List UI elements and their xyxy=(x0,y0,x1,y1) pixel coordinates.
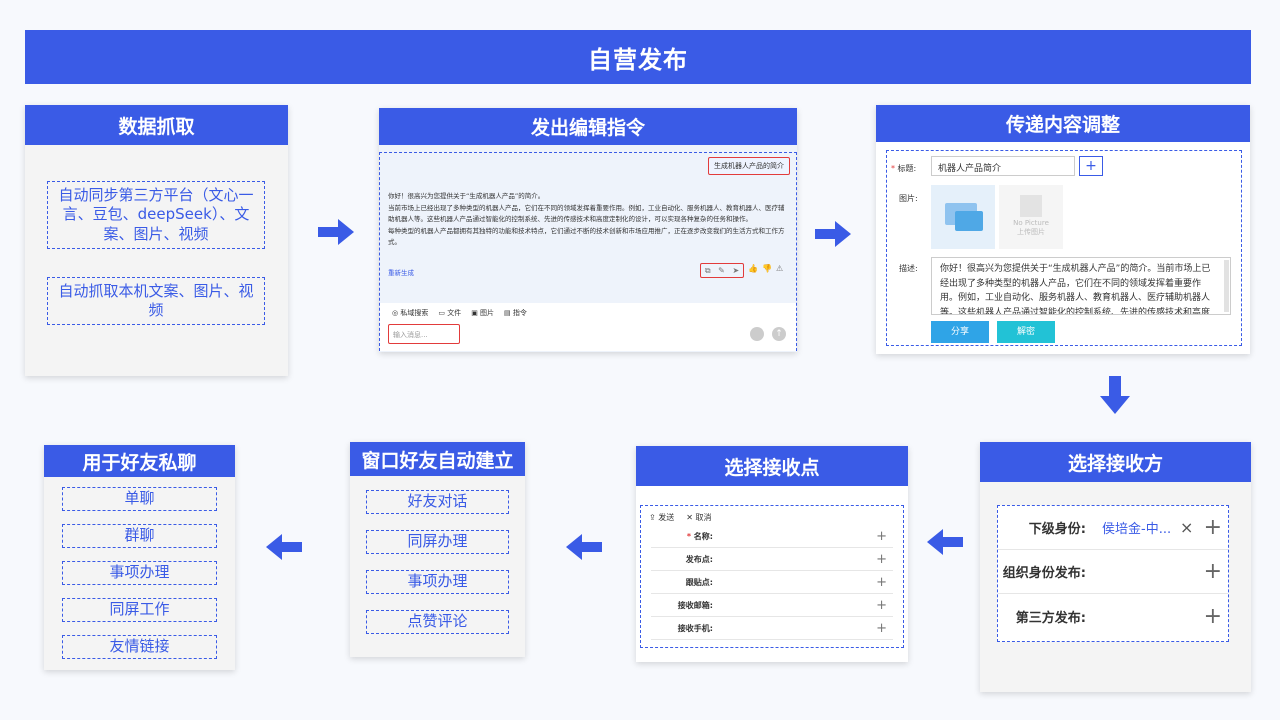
chat-item: 群聊 xyxy=(62,524,217,548)
selected-receiver-tag[interactable]: 侯培金-中... xyxy=(1102,518,1171,537)
card-title: 选择接收方 xyxy=(980,442,1251,482)
receiver-panel: 下级身份: 侯培金-中... × + 组织身份发布: + 第三方发布: + xyxy=(997,505,1229,642)
chat-item: 事项办理 xyxy=(62,561,217,585)
add-icon[interactable]: + xyxy=(1204,559,1222,584)
chat-toolbar: ◎ 私域搜索 ▭ 文件 ▣ 图片 ▤ 指令 输入消息... ↑ xyxy=(380,303,796,351)
add-icon[interactable]: + xyxy=(1204,515,1222,540)
card-data-capture: 数据抓取 自动同步第三方平台（文心一言、豆包、deepSeek）、文案、图片、视… xyxy=(25,105,288,376)
cancel-button[interactable]: ✕ 取消 xyxy=(686,512,711,523)
left-arrow-icon xyxy=(566,534,602,560)
share-button[interactable]: 分享 xyxy=(931,321,989,343)
card-select-node: 选择接收点 ⇪ 发送 ✕ 取消 * 名称: + 发布点: + 跟贴点: + 接收邮箱:… xyxy=(636,446,908,662)
content-form: * 标题: 机器人产品简介 + 图片: No Picture 上传图片 描述: … xyxy=(886,150,1242,346)
thumbs-down-icon[interactable]: 👎 xyxy=(762,264,776,273)
reply-line: 当前市场上已经出现了多种类型的机器人产品，它们在不同的领域发挥着重要作用。例如，… xyxy=(388,203,785,224)
copy-icon[interactable]: ⧉ xyxy=(705,266,711,276)
submit-icon[interactable]: ↑ xyxy=(772,327,786,341)
image-button[interactable]: ▣ 图片 xyxy=(471,308,494,318)
add-icon[interactable]: + xyxy=(876,575,887,590)
description-textarea[interactable]: 你好！很高兴为您提供关于“生成机器人产品”的简介。当前市场上已经出现了多种类型的… xyxy=(931,257,1231,315)
private-search-button[interactable]: ◎ 私域搜索 xyxy=(392,308,428,318)
down-arrow-icon xyxy=(1100,376,1130,414)
file-button[interactable]: ▭ 文件 xyxy=(438,308,461,318)
reply-text: 你好！很高兴为您提供关于“生成机器人产品”的简介。 当前市场上已经出现了多种类型… xyxy=(388,191,788,249)
node-form: ⇪ 发送 ✕ 取消 * 名称: + 发布点: + 跟贴点: + 接收邮箱: + 接收手机… xyxy=(640,505,904,648)
image-thumbnail[interactable] xyxy=(931,185,995,249)
message-input[interactable]: 输入消息... xyxy=(388,324,460,344)
close-icon[interactable]: × xyxy=(1180,518,1193,537)
feedback-icons: 👍👎⚠ xyxy=(748,264,787,273)
desc-label: 描述: xyxy=(899,264,918,273)
upload-image-button[interactable]: No Picture 上传图片 xyxy=(999,185,1063,249)
friend-item: 同屏办理 xyxy=(366,530,509,554)
friend-item: 好友对话 xyxy=(366,490,509,514)
left-arrow-icon xyxy=(266,534,302,560)
add-icon[interactable]: + xyxy=(876,529,887,544)
thumbs-up-icon[interactable]: 👍 xyxy=(748,264,762,273)
edit-icon[interactable]: ✎ xyxy=(718,266,725,275)
voice-icon[interactable] xyxy=(750,327,764,341)
image-label: 图片: xyxy=(899,194,918,203)
field-row-follow: 跟贴点: + xyxy=(651,572,893,594)
card-title: 窗口好友自动建立 xyxy=(350,442,525,476)
add-icon[interactable]: + xyxy=(876,598,887,613)
card-select-receiver: 选择接收方 下级身份: 侯培金-中... × + 组织身份发布: + 第三方发布… xyxy=(980,442,1251,692)
warning-icon[interactable]: ⚠ xyxy=(776,264,787,273)
card-title: 发出编辑指令 xyxy=(379,108,797,145)
card-edit-command: 发出编辑指令 生成机器人产品的简介 你好！很高兴为您提供关于“生成机器人产品”的… xyxy=(379,108,797,352)
field-row-phone: 接收手机: + xyxy=(651,618,893,640)
no-picture-text: No Picture xyxy=(1013,219,1049,227)
decrypt-button[interactable]: 解密 xyxy=(997,321,1055,343)
reply-line: 每种类型的机器人产品都拥有其独特的功能和技术特点，它们通过不断的技术创新和市场应… xyxy=(388,226,785,247)
card-title: 数据抓取 xyxy=(25,105,288,145)
friend-item: 点赞评论 xyxy=(366,610,509,634)
field-row-name: * 名称: + xyxy=(651,526,893,548)
upload-text: 上传图片 xyxy=(1017,228,1045,236)
send-button[interactable]: ⇪ 发送 xyxy=(649,512,674,523)
add-icon[interactable]: + xyxy=(876,621,887,636)
right-arrow-icon xyxy=(318,219,354,245)
card-title: 选择接收点 xyxy=(636,446,908,486)
card-auto-friend: 窗口好友自动建立 好友对话 同屏办理 事项办理 点赞评论 xyxy=(350,442,525,657)
title-input[interactable]: 机器人产品简介 xyxy=(931,156,1075,176)
regenerate-link[interactable]: 重新生成 xyxy=(388,267,414,277)
chat-item: 同屏工作 xyxy=(62,598,217,622)
picture-placeholder-icon xyxy=(1020,195,1042,217)
receiver-row-subordinate: 下级身份: 侯培金-中... × + xyxy=(998,506,1228,550)
capture-item-local: 自动抓取本机文案、图片、视频 xyxy=(47,277,265,325)
receiver-label: 下级身份: xyxy=(1028,522,1086,537)
receiver-row-organization: 组织身份发布: + xyxy=(998,550,1228,594)
command-button[interactable]: ▤ 指令 xyxy=(504,308,527,318)
capture-item-third-party: 自动同步第三方平台（文心一言、豆包、deepSeek）、文案、图片、视频 xyxy=(47,181,265,249)
add-icon[interactable]: + xyxy=(1079,156,1103,176)
reply-line: 你好！很高兴为您提供关于“生成机器人产品”的简介。 xyxy=(388,192,545,200)
add-icon[interactable]: + xyxy=(1204,604,1222,629)
right-arrow-icon xyxy=(815,221,851,247)
add-icon[interactable]: + xyxy=(876,552,887,567)
reply-actions: ⧉ ✎ ➤ xyxy=(700,263,744,278)
card-private-chat: 用于好友私聊 单聊 群聊 事项办理 同屏工作 友情链接 xyxy=(44,445,235,670)
send-icon[interactable]: ➤ xyxy=(732,266,739,275)
receiver-label: 组织身份发布: xyxy=(1002,566,1086,581)
card-title: 传递内容调整 xyxy=(876,105,1250,142)
title-label: 标题: xyxy=(897,164,917,173)
scrollbar[interactable] xyxy=(1224,260,1229,312)
chat-item: 单聊 xyxy=(62,487,217,511)
field-row-email: 接收邮箱: + xyxy=(651,595,893,617)
field-row-publish: 发布点: + xyxy=(651,549,893,571)
card-title: 用于好友私聊 xyxy=(44,445,235,477)
prompt-tag: 生成机器人产品的简介 xyxy=(708,157,790,175)
card-content-adjust: 传递内容调整 * 标题: 机器人产品简介 + 图片: No Picture 上传… xyxy=(876,105,1250,354)
page-title: 自营发布 xyxy=(25,30,1251,84)
chat-item: 友情链接 xyxy=(62,635,217,659)
receiver-label: 第三方发布: xyxy=(1015,610,1086,626)
receiver-row-third-party: 第三方发布: + xyxy=(998,594,1228,638)
chat-screenshot: 生成机器人产品的简介 你好！很高兴为您提供关于“生成机器人产品”的简介。 当前市… xyxy=(379,152,797,351)
friend-item: 事项办理 xyxy=(366,570,509,594)
left-arrow-icon xyxy=(927,529,963,555)
